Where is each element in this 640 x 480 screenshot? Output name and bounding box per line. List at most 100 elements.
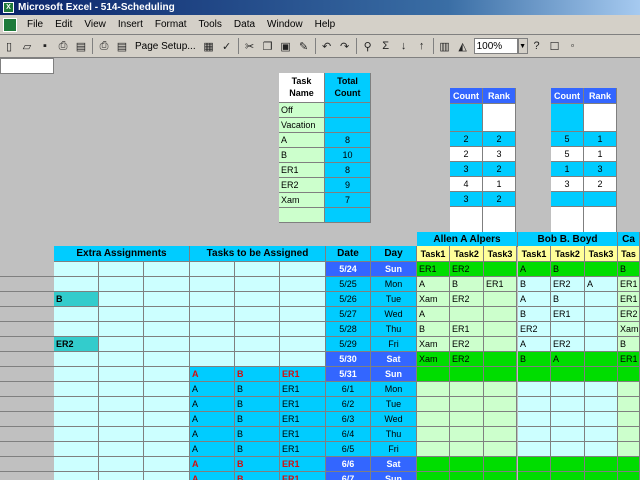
allen-task-cell[interactable] (484, 412, 517, 427)
extra-assignment-cell[interactable] (99, 457, 144, 472)
bob-task-cell[interactable]: A (551, 352, 585, 367)
bob-task-cell[interactable] (585, 307, 618, 322)
extra-assignment-cell[interactable] (99, 277, 144, 292)
count-cell[interactable]: 5 (551, 132, 584, 147)
autosum-icon[interactable]: Σ (377, 37, 395, 55)
bob-task-cell[interactable] (518, 427, 551, 442)
count-cell[interactable] (551, 207, 584, 235)
comment-icon[interactable]: ☐ (546, 37, 564, 55)
more-icon[interactable]: ◦ (564, 37, 582, 55)
bob-task-cell[interactable] (551, 442, 585, 457)
day-cell[interactable]: Thu (371, 427, 417, 442)
extra-assignment-cell[interactable] (99, 352, 144, 367)
extra-assignment-cell[interactable] (99, 307, 144, 322)
allen-task-cell[interactable] (450, 397, 484, 412)
assign-cell[interactable] (280, 322, 326, 337)
extra-assignment-cell[interactable] (99, 382, 144, 397)
bob-task-cell[interactable]: B (551, 292, 585, 307)
bob-task-cell[interactable] (585, 442, 618, 457)
allen-task-cell[interactable]: A (417, 277, 450, 292)
bob-task-cell[interactable] (551, 382, 585, 397)
extra-assignment-cell[interactable] (54, 472, 99, 480)
total-count-cell[interactable]: 8 (325, 163, 371, 178)
bob-task-cell[interactable] (518, 472, 551, 480)
assign-cell[interactable]: A (190, 382, 235, 397)
extra-assignment-cell[interactable] (144, 442, 190, 457)
menu-help[interactable]: Help (309, 19, 342, 30)
allen-task-cell[interactable] (417, 412, 450, 427)
date-cell[interactable]: 5/26 (326, 292, 371, 307)
allen-task-cell[interactable]: ER2 (450, 262, 484, 277)
allen-task-cell[interactable]: B (450, 277, 484, 292)
bob-task-cell[interactable] (518, 382, 551, 397)
allen-task-cell[interactable]: ER1 (450, 322, 484, 337)
total-count-cell[interactable]: 7 (325, 193, 371, 208)
rank-cell[interactable]: 2 (483, 162, 516, 177)
format-painter-icon[interactable]: ✎ (295, 37, 313, 55)
allen-task-cell[interactable]: ER2 (450, 292, 484, 307)
bob-task-cell[interactable] (551, 472, 585, 480)
assign-cell[interactable]: ER1 (280, 382, 326, 397)
assign-cell[interactable] (280, 262, 326, 277)
rank-cell[interactable]: 1 (584, 132, 617, 147)
assign-cell[interactable]: B (235, 382, 280, 397)
bob-task-cell[interactable] (518, 442, 551, 457)
assign-cell[interactable] (190, 322, 235, 337)
assign-cell[interactable]: B (235, 427, 280, 442)
bob-task-cell[interactable]: A (518, 337, 551, 352)
count-cell[interactable] (450, 207, 483, 235)
assign-cell[interactable]: B (235, 457, 280, 472)
day-cell[interactable]: Mon (371, 382, 417, 397)
new-icon[interactable]: ▯ (0, 37, 18, 55)
assign-cell[interactable]: ER1 (280, 442, 326, 457)
extra-assignment-cell[interactable]: B (54, 292, 99, 307)
allen-task-cell[interactable]: ER1 (417, 262, 450, 277)
undo-icon[interactable]: ↶ (318, 37, 336, 55)
total-count-cell[interactable] (325, 208, 371, 223)
allen-task-cell[interactable] (450, 442, 484, 457)
assign-cell[interactable]: A (190, 367, 235, 382)
assign-cell[interactable]: B (235, 412, 280, 427)
assign-cell[interactable] (280, 337, 326, 352)
date-cell[interactable]: 6/1 (326, 382, 371, 397)
date-cell[interactable]: 5/24 (326, 262, 371, 277)
toolbar-icon[interactable]: ▦ (200, 37, 218, 55)
bob-task-cell[interactable] (585, 337, 618, 352)
date-cell[interactable]: 5/31 (326, 367, 371, 382)
extra-assignment-cell[interactable] (144, 277, 190, 292)
allen-task-cell[interactable] (484, 472, 517, 480)
allen-task-cell[interactable]: Xam (417, 292, 450, 307)
bob-task-cell[interactable] (585, 457, 618, 472)
rank-cell[interactable] (584, 207, 617, 235)
extra-assignment-cell[interactable] (144, 457, 190, 472)
bob-task-cell[interactable] (551, 427, 585, 442)
bob-task-cell[interactable]: B (518, 352, 551, 367)
bob-task-cell[interactable] (585, 367, 618, 382)
bob-task-cell[interactable] (551, 322, 585, 337)
bob-task-cell[interactable] (585, 427, 618, 442)
count-cell[interactable]: 2 (450, 132, 483, 147)
assign-cell[interactable] (190, 307, 235, 322)
bob-task-cell[interactable]: ER2 (518, 322, 551, 337)
extra-assignment-cell[interactable] (144, 352, 190, 367)
allen-task-cell[interactable]: A (417, 307, 450, 322)
drawing-icon[interactable]: ◭ (454, 37, 472, 55)
assign-cell[interactable] (280, 292, 326, 307)
extra-assignment-cell[interactable] (144, 412, 190, 427)
assign-cell[interactable] (235, 322, 280, 337)
extra-assignment-cell[interactable] (99, 427, 144, 442)
extra-assignment-cell[interactable] (144, 262, 190, 277)
rank-cell[interactable]: 2 (483, 132, 516, 147)
extra-assignment-cell[interactable] (54, 427, 99, 442)
assign-cell[interactable]: B (235, 442, 280, 457)
extra-assignment-cell[interactable] (54, 367, 99, 382)
day-cell[interactable]: Mon (371, 277, 417, 292)
day-cell[interactable]: Tue (371, 397, 417, 412)
bob-task-cell[interactable]: B (518, 307, 551, 322)
extra-assignment-cell[interactable] (99, 337, 144, 352)
count-cell[interactable]: 2 (450, 147, 483, 162)
allen-task-cell[interactable] (450, 427, 484, 442)
day-cell[interactable]: Tue (371, 292, 417, 307)
count-cell[interactable]: 3 (551, 177, 584, 192)
bob-task-cell[interactable] (518, 367, 551, 382)
